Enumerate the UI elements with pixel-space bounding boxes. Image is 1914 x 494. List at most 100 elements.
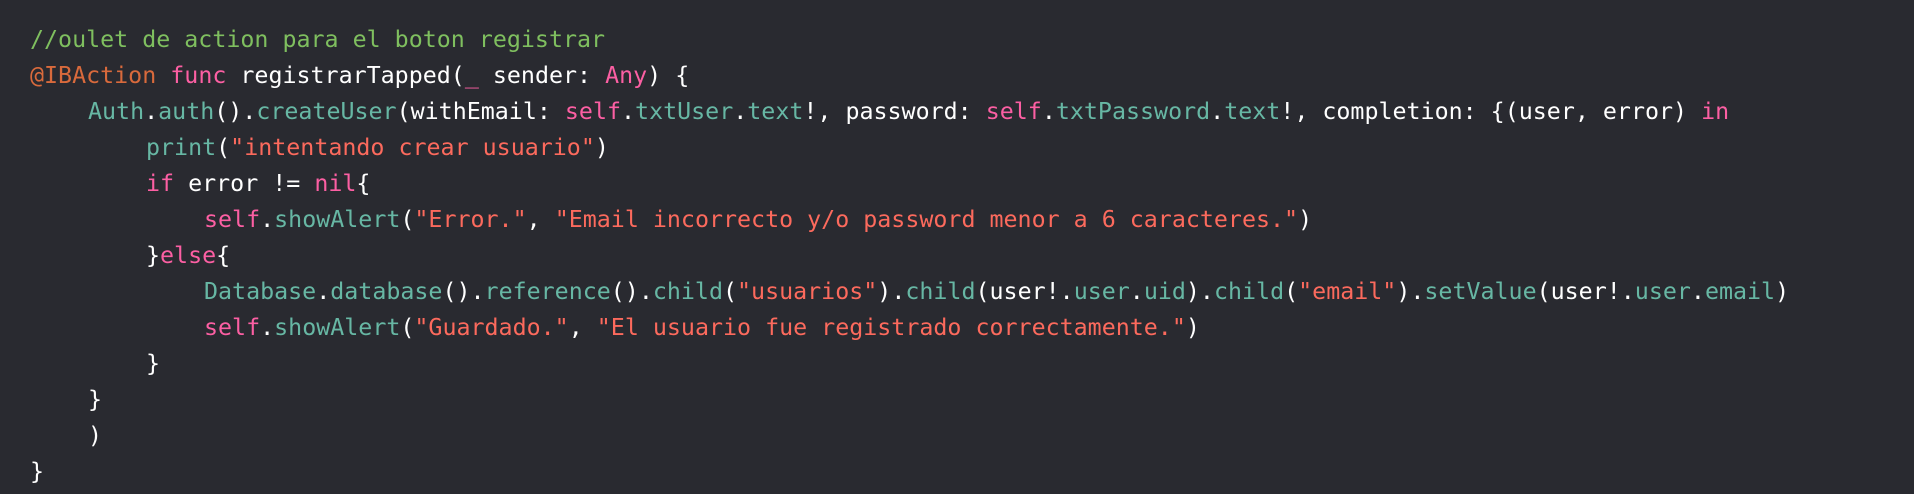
code-token: !, password: xyxy=(803,98,986,125)
code-token: . xyxy=(1690,278,1705,305)
code-line: } xyxy=(30,382,1914,418)
code-token: child xyxy=(905,278,976,305)
code-token: (user!. xyxy=(1536,278,1635,305)
code-token: . xyxy=(260,314,275,341)
code-token: database xyxy=(330,278,443,305)
code-token: @IBAction xyxy=(30,62,157,89)
code-token: ) xyxy=(594,134,609,161)
code-token: print xyxy=(146,134,217,161)
code-line: self.showAlert("Error.", "Email incorrec… xyxy=(30,202,1914,238)
code-token: showAlert xyxy=(274,206,401,233)
code-block: //oulet de action para el boton registra… xyxy=(30,22,1914,490)
code-token: "Email incorrecto y/o password menor a 6… xyxy=(554,206,1299,233)
code-token: ). xyxy=(1185,278,1214,305)
code-token: ( xyxy=(400,206,415,233)
code-line: }else{ xyxy=(30,238,1914,274)
code-token: . xyxy=(1041,98,1056,125)
code-line: //oulet de action para el boton registra… xyxy=(30,22,1914,58)
code-line: @IBAction func registrarTapped(_ sender:… xyxy=(30,58,1914,94)
code-token: . xyxy=(733,98,748,125)
code-token: user xyxy=(1634,278,1691,305)
code-token: self xyxy=(204,206,261,233)
code-token: "usuarios" xyxy=(737,278,878,305)
code-line: Database.database().reference().child("u… xyxy=(30,274,1914,310)
code-token: "Guardado." xyxy=(414,314,569,341)
code-token: sender: xyxy=(478,62,606,89)
code-token: } xyxy=(88,386,103,413)
code-token: , xyxy=(526,206,555,233)
code-token: in xyxy=(1701,98,1730,125)
code-token: ) xyxy=(1185,314,1200,341)
code-token: (). xyxy=(442,278,485,305)
code-token: //oulet de action para el boton registra… xyxy=(30,26,606,53)
code-token: setValue xyxy=(1424,278,1537,305)
code-token: else xyxy=(160,242,217,269)
code-token: "El usuario fue registrado correctamente… xyxy=(596,314,1186,341)
code-token: { xyxy=(356,170,371,197)
code-token: Any xyxy=(605,62,648,89)
code-line: if error != nil{ xyxy=(30,166,1914,202)
code-token: ( xyxy=(216,134,231,161)
code-line: ) xyxy=(30,418,1914,454)
code-token: . xyxy=(1210,98,1225,125)
code-token: ) xyxy=(1298,206,1313,233)
code-token: text xyxy=(1224,98,1281,125)
code-token: . xyxy=(621,98,636,125)
code-token: uid xyxy=(1143,278,1186,305)
code-token: ) { xyxy=(647,62,690,89)
code-token: Auth xyxy=(88,98,145,125)
code-line: } xyxy=(30,346,1914,382)
code-token: ) xyxy=(88,422,103,449)
code-token: error != xyxy=(174,170,315,197)
code-token: . xyxy=(1129,278,1144,305)
code-token: user xyxy=(1073,278,1130,305)
code-editor[interactable]: //oulet de action para el boton registra… xyxy=(0,0,1914,494)
code-token: (withEmail: xyxy=(396,98,565,125)
code-token: if xyxy=(146,170,175,197)
code-token: "intentando crear usuario" xyxy=(230,134,595,161)
code-token: "email" xyxy=(1298,278,1397,305)
code-token: ( xyxy=(723,278,738,305)
code-token: nil xyxy=(314,170,357,197)
code-token: (user!. xyxy=(975,278,1074,305)
code-token: auth xyxy=(158,98,215,125)
code-token: txtUser xyxy=(635,98,734,125)
code-token: _ xyxy=(464,62,479,89)
code-line: print("intentando crear usuario") xyxy=(30,130,1914,166)
code-token: text xyxy=(747,98,804,125)
code-token: ). xyxy=(1396,278,1425,305)
code-token: func xyxy=(170,62,227,89)
code-token: , xyxy=(568,314,597,341)
code-token: child xyxy=(1213,278,1285,305)
code-token: . xyxy=(144,98,159,125)
code-line: } xyxy=(30,454,1914,490)
code-token: reference xyxy=(484,278,611,305)
code-line: Auth.auth().createUser(withEmail: self.t… xyxy=(30,94,1914,130)
code-token: (). xyxy=(610,278,653,305)
code-token: self xyxy=(985,98,1042,125)
code-line: self.showAlert("Guardado.", "El usuario … xyxy=(30,310,1914,346)
code-token: ( xyxy=(400,314,415,341)
code-token: . xyxy=(316,278,331,305)
code-token: (). xyxy=(214,98,257,125)
code-token: ( xyxy=(1284,278,1299,305)
code-token: registrarTapped( xyxy=(226,62,465,89)
code-token: self xyxy=(204,314,261,341)
code-token: } xyxy=(146,242,161,269)
code-token: { xyxy=(216,242,231,269)
code-token: showAlert xyxy=(274,314,401,341)
code-token: createUser xyxy=(256,98,397,125)
code-token: "Error." xyxy=(414,206,527,233)
code-token: . xyxy=(260,206,275,233)
code-token: !, completion: {(user, error) xyxy=(1280,98,1702,125)
code-token: txtPassword xyxy=(1055,98,1211,125)
code-token: Database xyxy=(204,278,317,305)
code-token: } xyxy=(30,458,45,485)
code-token: } xyxy=(146,350,161,377)
code-token: ). xyxy=(877,278,906,305)
code-token: child xyxy=(652,278,723,305)
code-token: email xyxy=(1704,278,1776,305)
code-token: self xyxy=(564,98,622,125)
code-token: ) xyxy=(1775,278,1790,305)
